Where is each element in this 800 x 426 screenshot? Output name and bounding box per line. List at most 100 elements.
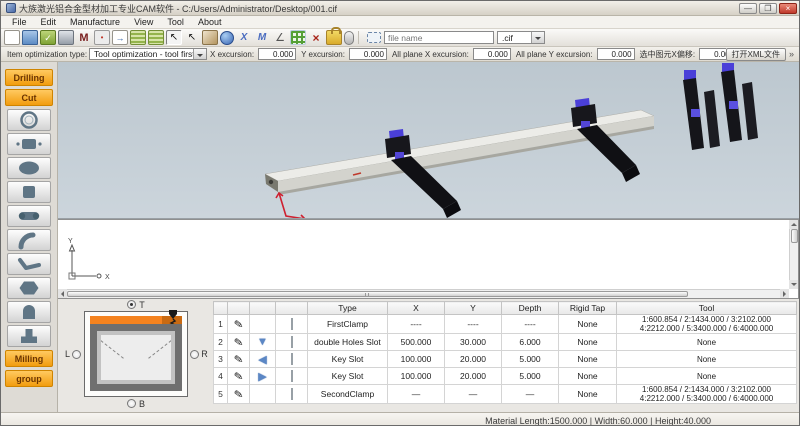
arrow-right-icon: ▶ [258, 371, 266, 383]
cell-y: 20.000 [445, 368, 502, 385]
selected-element-x-offset-field[interactable] [699, 48, 725, 60]
vertical-scroll-thumb[interactable] [791, 229, 798, 243]
mirror-y-icon[interactable]: M [254, 30, 270, 45]
delete-cross-icon[interactable]: × [308, 30, 324, 45]
shape-t-slot-button[interactable] [7, 325, 51, 347]
shape-dome-slot-button[interactable] [7, 301, 51, 323]
cross-section-view[interactable] [84, 311, 188, 397]
close-button[interactable]: × [779, 3, 797, 14]
chevron-down-icon[interactable] [193, 49, 206, 59]
face-preview: T L [62, 299, 210, 412]
all-plane-x-field[interactable] [473, 48, 511, 60]
x-excursion-field[interactable] [258, 48, 296, 60]
menu-tool[interactable]: Tool [160, 17, 191, 27]
viewport-3d[interactable] [58, 62, 799, 219]
open-folder-icon[interactable] [22, 30, 38, 45]
shape-obround-button[interactable] [7, 205, 51, 227]
edit-pen-icon[interactable]: ✎ [233, 352, 244, 366]
table-row[interactable]: 4 ✎ ▶ Key Slot 100.000 20.000 5.000 None… [214, 368, 797, 385]
vertical-scrollbar[interactable] [789, 220, 798, 289]
export-icon[interactable]: → [112, 30, 128, 45]
cell-y: — [445, 385, 502, 404]
edit-pen-icon[interactable]: ✎ [233, 369, 244, 383]
save-icon[interactable] [58, 30, 74, 45]
cut-item-button[interactable]: Cut item [5, 89, 53, 106]
radio-bottom-face[interactable] [127, 399, 136, 408]
open-xml-file-button[interactable]: 打开XML文件 [726, 48, 786, 61]
toolpath-dash-right [148, 337, 171, 359]
file-name-input[interactable] [384, 31, 494, 44]
milling-button[interactable]: Milling [5, 350, 53, 367]
nc-list-alt-icon[interactable] [148, 30, 164, 45]
angle-measure-icon[interactable]: ∠ [272, 30, 288, 45]
group-graph-button[interactable]: group graph [5, 370, 53, 387]
nc-list-icon[interactable] [130, 30, 146, 45]
measure-m-icon[interactable]: M [76, 30, 92, 45]
shape-rounded-rect-button[interactable] [7, 133, 51, 155]
col-x[interactable]: X [388, 302, 445, 315]
print-icon[interactable]: • [94, 30, 110, 45]
all-plane-y-label: All plane Y excursion: [516, 50, 593, 59]
shape-hexagon-button[interactable] [7, 277, 51, 299]
mouse-settings-icon[interactable] [344, 31, 354, 45]
toolbar-overflow-chevron[interactable]: » [789, 49, 796, 59]
lock-icon[interactable] [326, 30, 342, 45]
sphere-view-icon[interactable] [220, 31, 234, 45]
optimization-type-value: Tool optimization - tool first [90, 49, 193, 59]
scroll-right-icon[interactable] [780, 289, 789, 298]
y-excursion-field[interactable] [349, 48, 387, 60]
shape-circle-button[interactable] [7, 109, 51, 131]
horizontal-scrollbar[interactable] [58, 289, 789, 298]
menu-view[interactable]: View [127, 17, 160, 27]
radio-top-face[interactable] [127, 300, 136, 309]
file-ext-select[interactable]: .cif [497, 31, 545, 44]
table-row[interactable]: 3 ✎ ◀ Key Slot 100.000 20.000 5.000 None… [214, 351, 797, 368]
select-cursor-alt-icon[interactable]: ↖ [184, 30, 200, 45]
tool-line1: 1:600.854 / 2:1434.000 / 3:2102.000 [619, 315, 794, 324]
shape-ellipse-button[interactable] [7, 157, 51, 179]
col-y[interactable]: Y [445, 302, 502, 315]
col-tool[interactable]: Tool [617, 302, 797, 315]
select-cursor-icon[interactable]: ↖ [166, 30, 182, 45]
scroll-down-icon[interactable] [789, 280, 798, 289]
new-file-icon[interactable] [4, 30, 20, 45]
optimization-type-select[interactable]: Tool optimization - tool first [89, 48, 207, 60]
col-rigid-tap[interactable]: Rigid Tap [559, 302, 617, 315]
col-depth[interactable]: Depth [502, 302, 559, 315]
col-type[interactable]: Type [308, 302, 388, 315]
table-row[interactable]: 1 ✎ FirstClamp ---- ---- ---- None 1:600… [214, 315, 797, 334]
menu-about[interactable]: About [191, 17, 229, 27]
table-row[interactable]: 5 ✎ SecondClamp — — — None 1:600.854 / 2… [214, 385, 797, 404]
grid-array-icon[interactable] [290, 30, 306, 45]
radio-left-face[interactable] [72, 350, 81, 359]
solid-box-icon[interactable] [202, 30, 218, 45]
edit-pen-icon[interactable]: ✎ [233, 335, 244, 349]
menu-edit[interactable]: Edit [34, 17, 64, 27]
scroll-up-icon[interactable] [789, 220, 798, 229]
shape-arc-button[interactable] [7, 229, 51, 251]
menu-manufacture[interactable]: Manufacture [63, 17, 127, 27]
radio-right-face[interactable] [190, 350, 199, 359]
table-row[interactable]: 2 ✎ ▼ double Holes Slot 500.000 30.000 6… [214, 334, 797, 351]
all-plane-y-field[interactable] [597, 48, 635, 60]
cell-y: 20.000 [445, 351, 502, 368]
menu-file[interactable]: File [5, 17, 34, 27]
scroll-left-icon[interactable] [58, 289, 67, 298]
edit-pen-icon[interactable]: ✎ [233, 387, 244, 401]
drilling-button[interactable]: Drilling [5, 69, 53, 86]
import-model-icon[interactable]: ✓ [40, 30, 56, 45]
viewport-2d[interactable]: Y X [58, 219, 799, 299]
mirror-x-icon[interactable]: X [236, 30, 252, 45]
edit-pen-icon[interactable]: ✎ [233, 317, 244, 331]
chevron-down-icon[interactable] [531, 32, 544, 43]
shape-sidebar: Drilling Cut item [1, 62, 58, 412]
cell-depth: — [502, 385, 559, 404]
horizontal-scroll-thumb[interactable] [67, 291, 688, 297]
shape-square-button[interactable] [7, 181, 51, 203]
minimize-button[interactable]: — [739, 3, 757, 14]
shape-polyline-button[interactable] [7, 253, 51, 275]
rounded-rect-slot-icon [13, 134, 45, 154]
radio-left-label: L [65, 349, 70, 359]
maximize-button[interactable]: ❐ [759, 3, 777, 14]
x-excursion-label: X excursion: [210, 50, 254, 59]
